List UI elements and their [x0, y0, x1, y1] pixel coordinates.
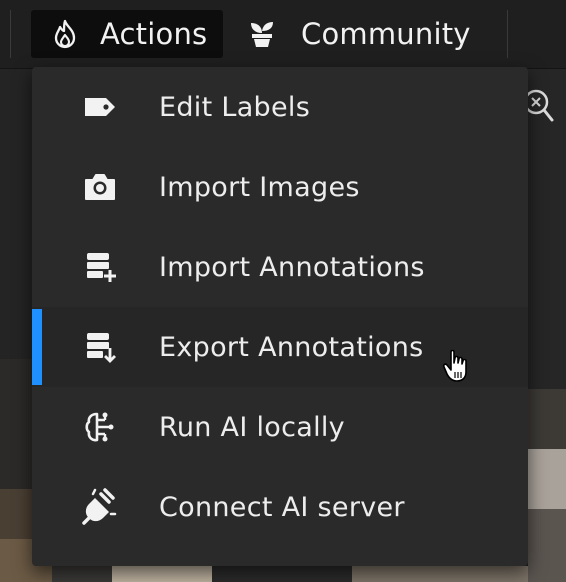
menu-item-label: Import Annotations	[159, 251, 425, 283]
menu-item-run-ai-locally[interactable]: Run AI locally	[32, 387, 528, 467]
community-menu-button[interactable]: Community	[247, 10, 487, 58]
menu-item-import-images[interactable]: Import Images	[32, 147, 528, 227]
brain-circuit-icon	[80, 407, 120, 447]
menu-item-import-annotations[interactable]: Import Annotations	[32, 227, 528, 307]
actions-dropdown-menu: Edit Labels Import Images Import Annotat…	[32, 67, 528, 566]
actions-menu-label: Actions	[100, 17, 208, 51]
actions-menu-button[interactable]: Actions	[31, 10, 223, 58]
plug-icon	[80, 487, 120, 527]
menu-item-label: Connect AI server	[159, 491, 405, 523]
menu-item-label: Run AI locally	[159, 411, 345, 443]
tag-icon	[80, 87, 120, 127]
list-plus-icon	[80, 247, 120, 287]
background-image-right	[528, 149, 566, 582]
community-menu-label: Community	[301, 17, 471, 51]
plant-icon	[247, 19, 277, 49]
menu-item-connect-ai-server[interactable]: Connect AI server	[32, 467, 528, 547]
menu-item-label: Export Annotations	[159, 331, 424, 363]
flame-icon	[50, 19, 80, 49]
hand-pointer-cursor-icon	[442, 349, 467, 382]
top-navigation-bar: Actions Community	[0, 0, 566, 69]
camera-icon	[80, 167, 120, 207]
menu-item-label: Import Images	[159, 171, 360, 203]
background-image-strip	[52, 566, 528, 582]
topbar-separator	[10, 10, 11, 58]
topbar-separator	[507, 10, 508, 58]
menu-item-edit-labels[interactable]: Edit Labels	[32, 67, 528, 147]
menu-item-label: Edit Labels	[159, 91, 311, 123]
list-download-icon	[80, 327, 120, 367]
